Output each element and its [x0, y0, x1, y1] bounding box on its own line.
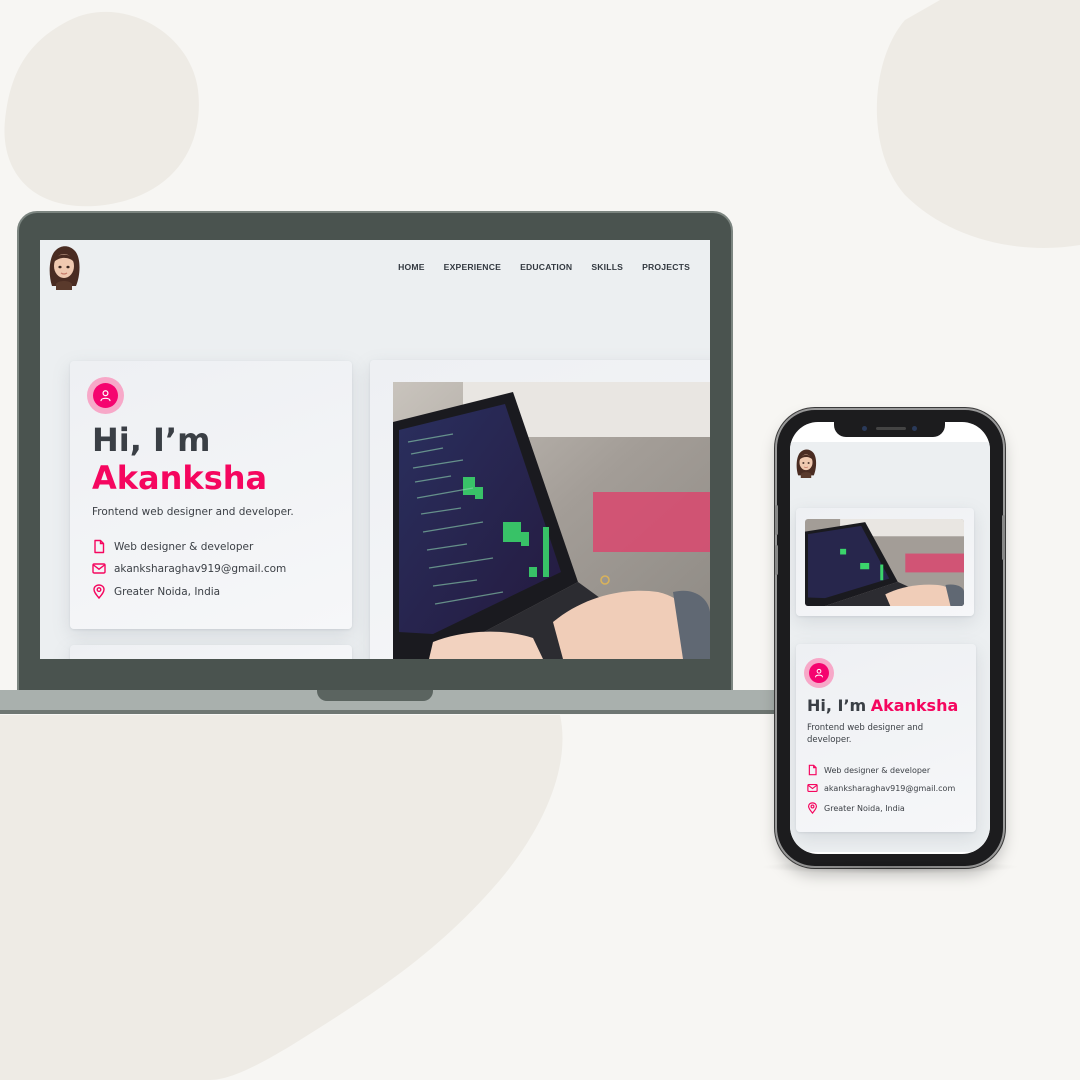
- profile-badge: [804, 658, 834, 688]
- nav-experience[interactable]: EXPERIENCE: [444, 262, 501, 272]
- location-pin-icon: [807, 802, 818, 814]
- hero-tagline: Frontend web designer and developer.: [92, 506, 294, 518]
- info-location-text: Greater Noida, India: [114, 585, 221, 598]
- info-row-location: Greater Noida, India: [92, 584, 220, 599]
- hero-name: Akanksha: [92, 459, 268, 497]
- phone-screen: Hi, I’m Akanksha Frontend web designer a…: [790, 422, 990, 854]
- user-icon: [100, 390, 111, 402]
- phone-hero-heading: Hi, I’m Akanksha: [807, 696, 958, 716]
- location-pin-icon: [93, 584, 105, 599]
- info-row-location: Greater Noida, India: [807, 802, 905, 814]
- nav-home[interactable]: HOME: [398, 262, 425, 272]
- nav-skills[interactable]: SKILLS: [591, 262, 623, 272]
- phone-shadow: [760, 860, 1020, 874]
- phone-intro-card: Hi, I’m Akanksha Frontend web designer a…: [796, 644, 976, 832]
- hero-name: Akanksha: [870, 696, 959, 715]
- info-role-text: Web designer & developer: [114, 540, 254, 553]
- info-role-text: Web designer & developer: [824, 765, 931, 775]
- avatar[interactable]: [46, 244, 82, 290]
- laptop-code-image: [805, 519, 964, 606]
- info-row-email[interactable]: akanksharaghav919@gmail.com: [92, 562, 286, 575]
- phone-camera: [862, 426, 867, 431]
- intro-card: Hi, I’m Akanksha Frontend web designer a…: [70, 361, 352, 629]
- hero-greeting: Hi, I’m: [807, 696, 867, 715]
- info-row-email[interactable]: akanksharaghav919@gmail.com: [807, 783, 955, 793]
- laptop-code-image: [393, 382, 710, 659]
- document-icon: [94, 539, 105, 554]
- phone-side-button-2: [775, 545, 778, 575]
- laptop-screen: HOME EXPERIENCE EDUCATION SKILLS PROJECT…: [40, 240, 710, 659]
- nav-education[interactable]: EDUCATION: [520, 262, 572, 272]
- hero-tagline: Frontend web designer and developer.: [807, 723, 924, 745]
- phone-side-button: [775, 505, 778, 535]
- info-email-text[interactable]: akanksharaghav919@gmail.com: [824, 784, 955, 793]
- mail-icon: [92, 563, 106, 574]
- document-icon: [808, 764, 817, 776]
- info-email-text[interactable]: akanksharaghav919@gmail.com: [114, 563, 286, 575]
- laptop-notch: [317, 690, 433, 701]
- hero-greeting: Hi, I’m: [92, 421, 211, 459]
- info-location-text: Greater Noida, India: [824, 803, 905, 813]
- avatar[interactable]: [794, 448, 818, 478]
- info-row-role: Web designer & developer: [807, 764, 930, 776]
- phone-speaker: [876, 427, 906, 430]
- phone-notch: [834, 420, 945, 437]
- phone-sensor: [912, 426, 917, 431]
- mail-icon: [807, 783, 818, 793]
- main-nav: HOME EXPERIENCE EDUCATION SKILLS PROJECT…: [398, 262, 690, 272]
- profile-badge: [87, 377, 124, 414]
- nav-projects[interactable]: PROJECTS: [642, 262, 690, 272]
- info-row-role: Web designer & developer: [92, 539, 253, 554]
- phone-power-button: [1002, 515, 1005, 560]
- user-icon: [815, 668, 823, 678]
- next-card: [70, 645, 352, 659]
